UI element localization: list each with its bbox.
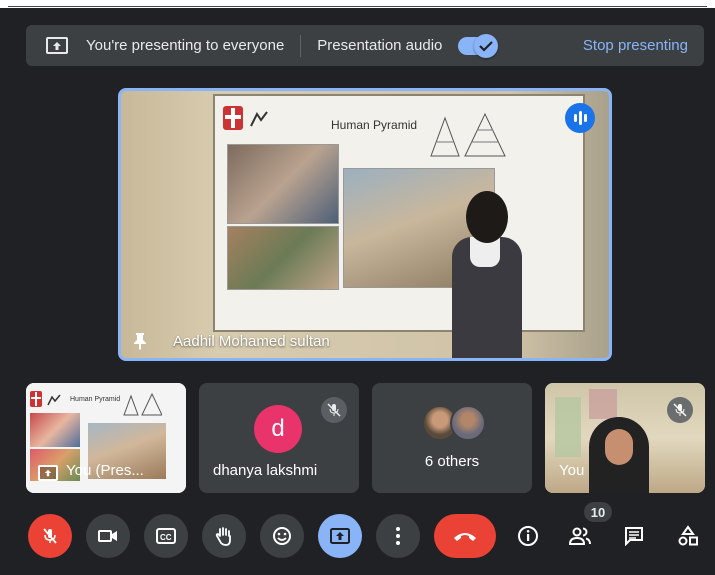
participant-tile-dhanya[interactable]: d dhanya lakshmi (199, 383, 359, 493)
projected-slide: Human Pyramid (215, 96, 583, 330)
chat-button[interactable] (616, 514, 652, 558)
wall-chart (589, 389, 617, 419)
slide-photo-2 (227, 226, 339, 290)
person-face (605, 429, 633, 465)
thumb-photo-1 (30, 413, 80, 447)
pyramid-diagram (430, 112, 506, 157)
avatar (450, 405, 486, 441)
presentation-audio-toggle[interactable] (458, 33, 499, 58)
wall-poster (555, 397, 581, 457)
presenting-text: You're presenting to everyone (86, 37, 285, 54)
thumb-slide-title: Human Pyramid (70, 396, 121, 403)
presenting-icon (38, 465, 58, 481)
presenter-figure (446, 191, 524, 358)
camera-toggle-button[interactable] (86, 514, 130, 558)
main-tile-name-tag: Aadhil Mohamed sultan (133, 332, 330, 350)
people-button[interactable] (562, 514, 598, 558)
activities-button[interactable] (670, 514, 706, 558)
raise-hand-icon (215, 527, 231, 546)
present-screen-icon (330, 528, 350, 544)
banner-divider (300, 34, 302, 57)
pin-icon (134, 333, 146, 350)
main-participant-name: Aadhil Mohamed sultan (173, 332, 330, 350)
present-screen-icon (46, 37, 68, 54)
avatar: d (254, 405, 302, 453)
captions-button[interactable]: CC (144, 514, 188, 558)
svg-text:CC: CC (160, 533, 172, 542)
others-tile[interactable]: 6 others (372, 383, 532, 493)
control-bar: CC (0, 514, 715, 574)
meeting-details-button[interactable] (510, 514, 546, 558)
present-now-button[interactable] (318, 514, 362, 558)
self-name: You (559, 462, 585, 479)
main-video-tile[interactable]: Human Pyramid Aadhil Mohamed sultan (118, 88, 612, 361)
hang-up-icon (454, 533, 476, 541)
closed-captions-icon: CC (156, 528, 176, 544)
speaking-indicator-icon (565, 103, 595, 133)
self-camera-tile[interactable]: You (545, 383, 705, 493)
presenting-banner: You're presenting to everyone Presentati… (26, 25, 704, 66)
check-icon (474, 33, 499, 58)
presentation-audio-label: Presentation audio (317, 37, 443, 54)
chat-icon (625, 527, 643, 546)
people-icon (568, 527, 591, 545)
others-count-label: 6 others (424, 453, 480, 470)
mic-off-icon (667, 397, 693, 423)
video-camera-icon (98, 530, 117, 542)
participant-name: dhanya lakshmi (213, 462, 318, 479)
raise-hand-button[interactable] (202, 514, 246, 558)
leave-call-button[interactable] (434, 514, 496, 558)
slide-photo-1 (227, 144, 339, 224)
thumb-logo-icon (30, 391, 61, 407)
slide-title: Human Pyramid (331, 118, 418, 132)
more-options-button[interactable] (376, 514, 420, 558)
smiley-icon (273, 527, 291, 545)
school-logo-icon (223, 106, 268, 130)
mic-off-icon (43, 528, 57, 544)
self-presentation-tile[interactable]: Human Pyramid You (Pres... (26, 383, 186, 493)
self-presentation-name: You (Pres... (66, 462, 144, 479)
more-vert-icon (396, 527, 400, 545)
stop-presenting-button[interactable]: Stop presenting (583, 37, 688, 54)
activities-shapes-icon (678, 525, 698, 546)
emoji-reaction-button[interactable] (260, 514, 304, 558)
mic-toggle-button[interactable] (28, 514, 72, 558)
mic-off-icon (321, 397, 347, 423)
thumb-pyramid-diagram (123, 393, 162, 416)
top-border (0, 0, 715, 8)
info-icon (518, 526, 538, 546)
